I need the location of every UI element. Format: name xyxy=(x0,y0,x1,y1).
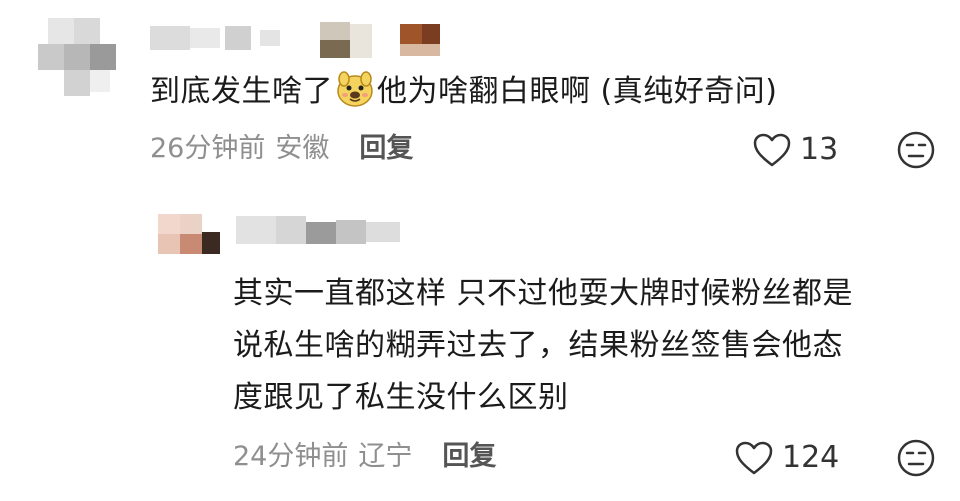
timestamp: 24分钟前 xyxy=(233,441,349,472)
comment-line: 度跟见了私生没什么区别 xyxy=(233,380,569,415)
comment-text: 到底发生啥了 他为啥翻白眼啊 (真纯好奇问) xyxy=(150,66,940,118)
comment-text: 其实一直都这样 只不过他耍大牌时候粉丝都是 说私生啥的糊弄过去了，结果粉丝签售会… xyxy=(233,268,948,424)
comment-line: 说私生啥的糊弄过去了，结果粉丝签售会他态 xyxy=(233,328,843,363)
comment-meta: 26分钟前 安徽 回复 xyxy=(150,132,413,166)
reply-button[interactable]: 回复 xyxy=(359,133,413,164)
location: 安徽 xyxy=(275,133,330,164)
comment-line: 其实一直都这样 只不过他耍大牌时候粉丝都是 xyxy=(233,276,854,311)
heart-outline-icon xyxy=(734,440,774,476)
like-button[interactable]: 13 xyxy=(752,130,838,170)
like-count: 13 xyxy=(800,132,839,167)
location: 辽宁 xyxy=(358,441,413,472)
like-button[interactable]: 124 xyxy=(734,438,839,478)
heart-outline-icon xyxy=(752,132,792,168)
avatar[interactable] xyxy=(152,210,222,258)
username[interactable] xyxy=(150,18,450,60)
reply-button[interactable]: 回复 xyxy=(442,441,496,472)
username[interactable] xyxy=(236,212,406,248)
comment-text-part: 到底发生啥了 xyxy=(150,74,333,109)
meh-face-icon[interactable] xyxy=(896,130,936,170)
meh-face-icon[interactable] xyxy=(896,438,936,478)
comment-text-part: 他为啥翻白眼啊 (真纯好奇问) xyxy=(377,74,778,109)
comment-thread: 到底发生啥了 他为啥翻白眼啊 (真纯好奇问) 26分钟前 安徽 回复 13 其实… xyxy=(0,0,960,501)
timestamp: 26分钟前 xyxy=(150,133,266,164)
dog-face-emoji xyxy=(335,69,375,109)
comment-meta: 24分钟前 辽宁 回复 xyxy=(233,440,496,474)
like-count: 124 xyxy=(782,440,840,475)
avatar[interactable] xyxy=(30,10,125,105)
